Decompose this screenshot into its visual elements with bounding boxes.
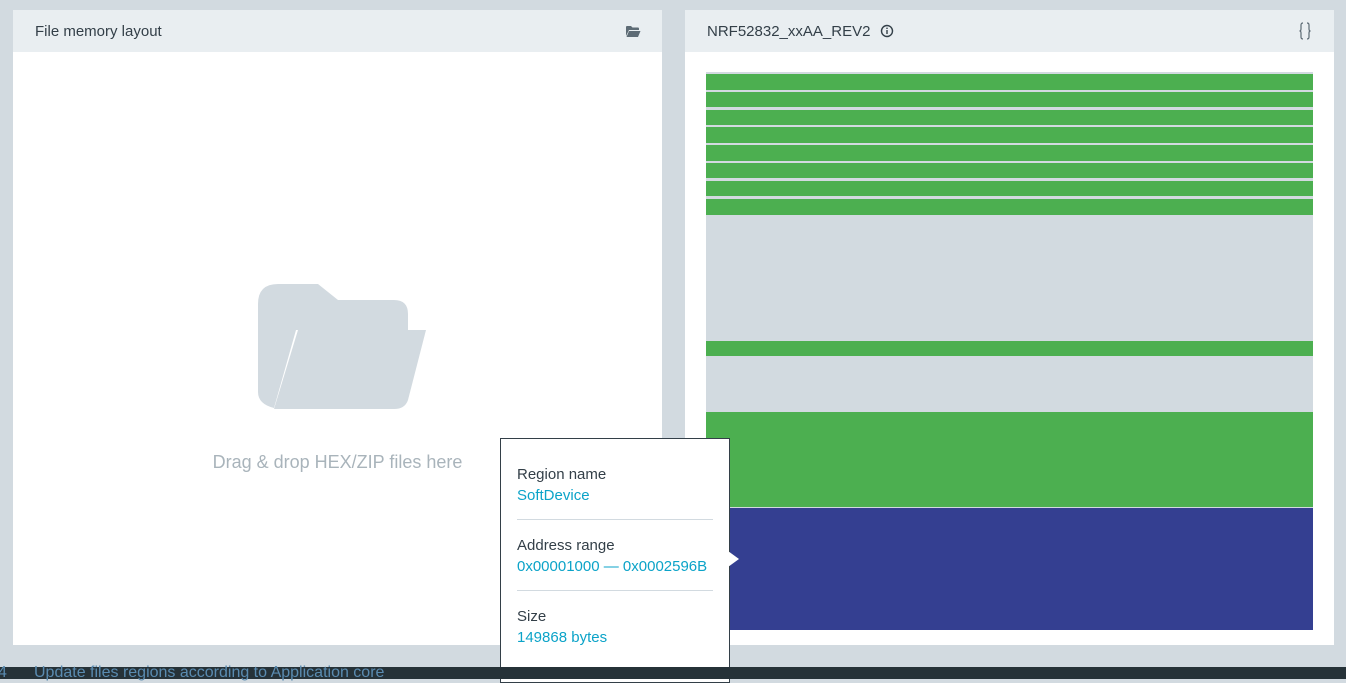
memory-region-written[interactable] bbox=[706, 92, 1313, 107]
region-name-value: SoftDevice bbox=[517, 487, 590, 504]
address-range-section: Address range 0x00001000 — 0x0002596B bbox=[517, 536, 713, 591]
memory-map[interactable] bbox=[706, 72, 1313, 630]
panel-title: File memory layout bbox=[35, 22, 162, 40]
info-icon[interactable] bbox=[878, 22, 896, 40]
size-label: Size bbox=[517, 608, 547, 625]
memory-region-written[interactable] bbox=[706, 181, 1313, 196]
device-name: NRF52832_xxAA_REV2 bbox=[707, 22, 871, 40]
folder-open-icon[interactable] bbox=[624, 22, 642, 40]
tooltip-arrow bbox=[728, 551, 739, 567]
memory-region-written[interactable] bbox=[706, 145, 1313, 161]
device-memory-layout-header: NRF52832_xxAA_REV2 bbox=[685, 10, 1334, 52]
memory-region-empty[interactable] bbox=[706, 215, 1313, 340]
region-tooltip: Region name SoftDevice Address range 0x0… bbox=[500, 438, 730, 683]
memory-region-written[interactable] bbox=[706, 199, 1313, 215]
device-memory-layout-panel: NRF52832_xxAA_REV2 bbox=[685, 10, 1334, 645]
memory-region-empty[interactable] bbox=[706, 356, 1313, 411]
memory-region-written[interactable] bbox=[706, 341, 1313, 356]
size-section: Size 149868 bytes bbox=[517, 607, 713, 661]
memory-region-written[interactable] bbox=[706, 74, 1313, 90]
memory-region-written[interactable] bbox=[706, 110, 1313, 125]
log-line-number: 4 bbox=[0, 664, 7, 681]
size-value: 149868 bytes bbox=[517, 629, 608, 646]
region-name-section: Region name SoftDevice bbox=[517, 465, 713, 520]
memory-region-written[interactable] bbox=[706, 163, 1313, 178]
file-memory-layout-header: File memory layout bbox=[13, 10, 662, 52]
address-range-value: 0x00001000 — 0x0002596B bbox=[517, 558, 708, 575]
memory-region-softdevice[interactable] bbox=[706, 508, 1313, 630]
region-name-label: Region name bbox=[517, 466, 607, 483]
address-range-label: Address range bbox=[517, 537, 615, 554]
folder-open-icon bbox=[258, 284, 426, 409]
code-braces-icon[interactable] bbox=[1296, 22, 1314, 40]
memory-region-written[interactable] bbox=[706, 127, 1313, 143]
log-message: Update files regions according to Applic… bbox=[34, 664, 385, 681]
memory-region-written[interactable] bbox=[706, 412, 1313, 507]
